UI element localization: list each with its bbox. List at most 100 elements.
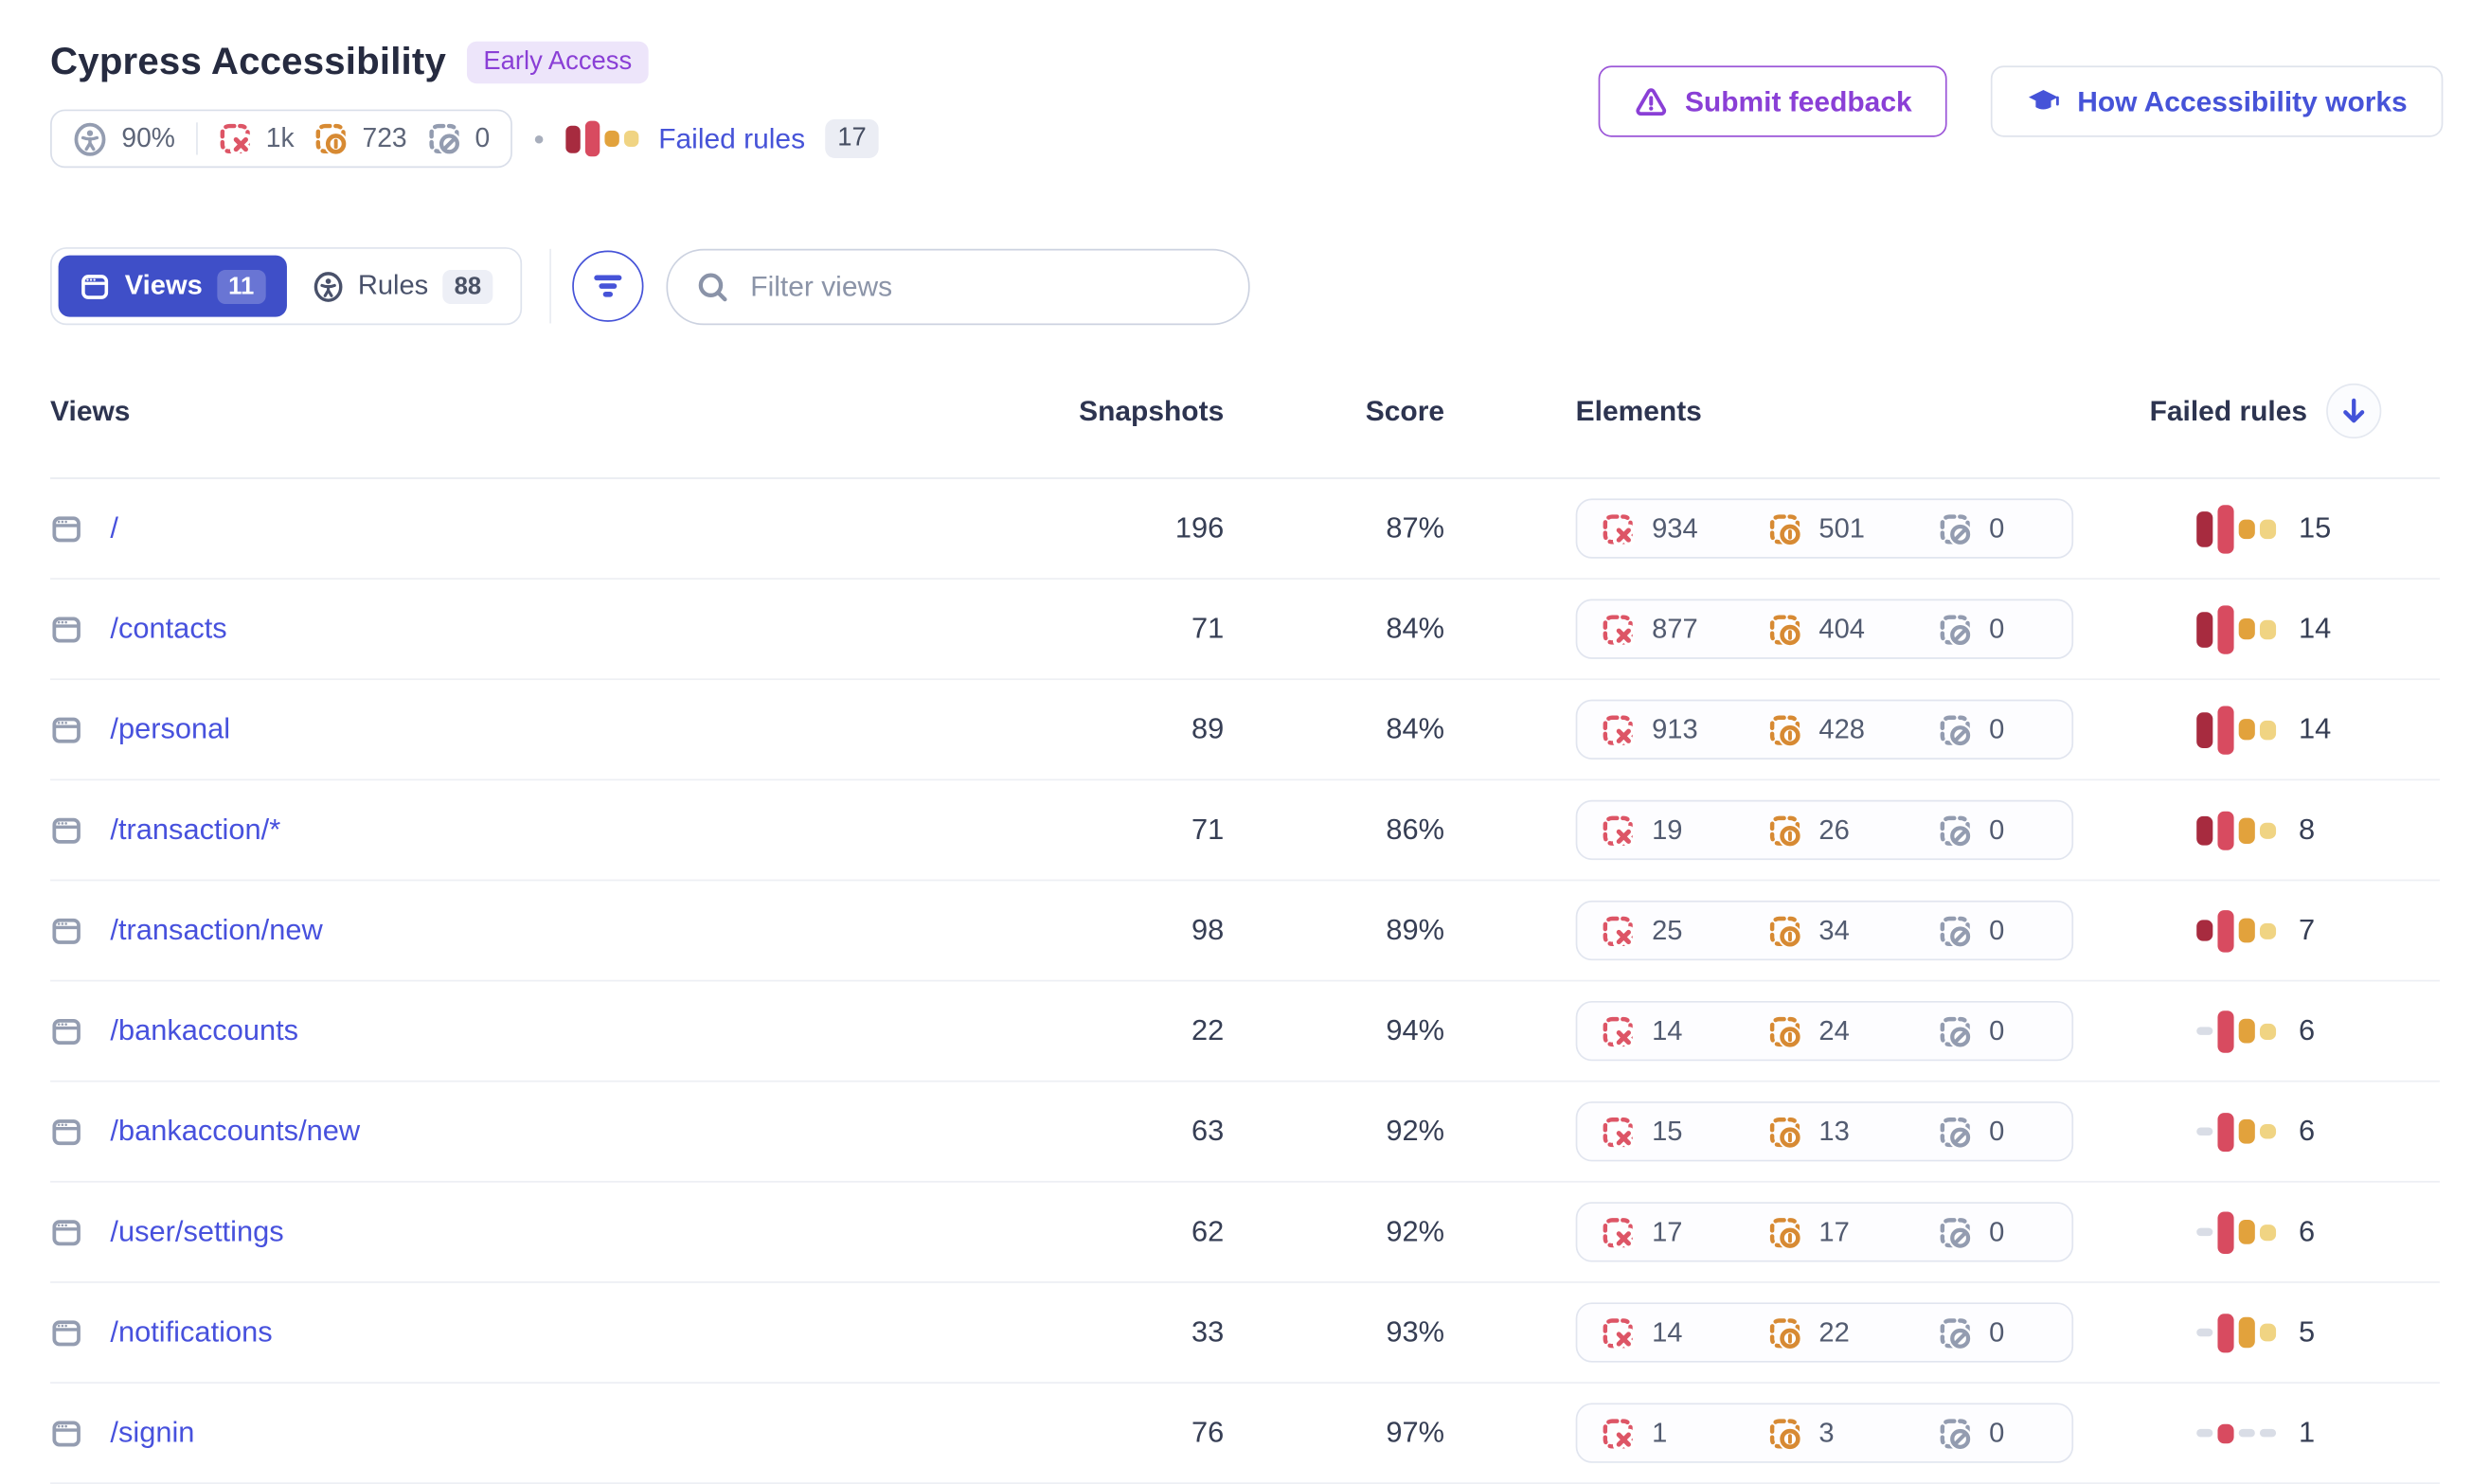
score-value: 93% xyxy=(1386,1315,1445,1349)
failed-elements-value: 17 xyxy=(1652,1215,1683,1247)
how-accessibility-works-button[interactable]: How Accessibility works xyxy=(1991,65,2444,137)
failed-elements-icon xyxy=(219,122,251,154)
tab-rules-label: Rules xyxy=(357,270,429,301)
snapshots-count: 33 xyxy=(1191,1315,1225,1349)
view-link[interactable]: /signin xyxy=(110,1416,194,1450)
views-table: Views Snapshots Score Elements Failed ru… xyxy=(50,364,2440,1484)
inconclusive-elements-value: 17 xyxy=(1818,1215,1850,1247)
table-body: / 196 87% 934 501 0 15 /contacts 71 84% … xyxy=(50,479,2440,1484)
score-value: 92% xyxy=(1386,1114,1445,1148)
failed-rules-count: 1 xyxy=(2299,1416,2316,1449)
failed-rules-link[interactable]: Failed rules xyxy=(658,121,805,155)
divider xyxy=(196,122,198,155)
page-title: Cypress Accessibility xyxy=(50,40,447,82)
toolbar: Views 11 Rules 88 xyxy=(50,247,2443,326)
severity-bars xyxy=(2196,503,2277,555)
view-link[interactable]: /user/settings xyxy=(110,1215,283,1249)
table-row[interactable]: /transaction/new 98 89% 25 34 0 7 xyxy=(50,881,2440,982)
table-row[interactable]: /notifications 33 93% 14 22 0 5 xyxy=(50,1283,2440,1384)
table-row[interactable]: /bankaccounts 22 94% 14 24 0 6 xyxy=(50,981,2440,1082)
severity-bars xyxy=(2196,804,2277,856)
view-link[interactable]: /bankaccounts xyxy=(110,1014,298,1048)
ignored-elements-value: 0 xyxy=(1989,1014,2005,1046)
score-value: 89% xyxy=(1386,913,1445,946)
ignored-elements-value: 0 xyxy=(475,123,491,152)
tab-views-count: 11 xyxy=(217,269,266,304)
submit-feedback-button[interactable]: Submit feedback xyxy=(1599,65,1948,137)
score-value: 87% xyxy=(1386,511,1445,545)
failed-elements-value: 19 xyxy=(1652,814,1683,845)
inconclusive-elements-icon xyxy=(1768,1216,1800,1248)
tab-views[interactable]: Views 11 xyxy=(58,255,287,317)
early-access-badge: Early Access xyxy=(467,40,649,83)
failed-elements-value: 913 xyxy=(1652,713,1698,744)
table-row[interactable]: /user/settings 62 92% 17 17 0 6 xyxy=(50,1183,2440,1283)
ignored-elements-icon xyxy=(1939,1015,1971,1047)
view-link[interactable]: /bankaccounts/new xyxy=(110,1115,360,1149)
browser-window-icon xyxy=(80,271,111,302)
table-row[interactable]: /bankaccounts/new 63 92% 15 13 0 6 xyxy=(50,1082,2440,1183)
failed-elements-value: 1 xyxy=(1652,1416,1668,1448)
inconclusive-elements-icon xyxy=(315,122,348,154)
elements-badge: 14 22 0 xyxy=(1575,1302,2074,1363)
failed-rules-count: 6 xyxy=(2299,1214,2316,1248)
failed-elements-value: 25 xyxy=(1652,914,1683,945)
table-row[interactable]: /transaction/* 71 86% 19 26 0 8 xyxy=(50,780,2440,882)
accessibility-icon xyxy=(73,121,107,155)
ignored-elements-stat: 0 xyxy=(428,122,490,154)
column-failed-rules: Failed rules xyxy=(2149,393,2308,427)
failed-rules-count: 6 xyxy=(2299,1013,2316,1046)
failed-elements-stat: 1k xyxy=(219,122,295,154)
ignored-elements-value: 0 xyxy=(1989,713,2005,744)
elements-badge: 913 428 0 xyxy=(1575,699,2074,760)
failed-elements-value: 15 xyxy=(1652,1115,1683,1147)
sort-descending-button[interactable] xyxy=(2326,383,2382,439)
table-row[interactable]: /personal 89 84% 913 428 0 14 xyxy=(50,680,2440,781)
arrow-down-icon xyxy=(2337,393,2373,429)
score-value: 90% xyxy=(121,123,175,152)
search-box xyxy=(666,247,1250,325)
failed-rules-count: 6 xyxy=(2299,1114,2316,1148)
failed-elements-icon xyxy=(1602,1316,1634,1349)
severity-bars xyxy=(2196,1307,2277,1359)
submit-feedback-label: Submit feedback xyxy=(1684,84,1912,117)
snapshots-count: 22 xyxy=(1191,1013,1225,1046)
failed-elements-icon xyxy=(1602,1417,1634,1449)
view-link[interactable]: /personal xyxy=(110,712,230,746)
inconclusive-elements-value: 3 xyxy=(1818,1416,1835,1448)
filter-button[interactable] xyxy=(572,250,644,322)
table-row[interactable]: /contacts 71 84% 877 404 0 14 xyxy=(50,580,2440,681)
inconclusive-elements-icon xyxy=(1768,814,1800,846)
failed-elements-value: 934 xyxy=(1652,511,1698,544)
browser-window-icon xyxy=(50,1116,82,1148)
view-link[interactable]: /transaction/* xyxy=(110,813,280,847)
score-value: 94% xyxy=(1386,1013,1445,1046)
ignored-elements-icon xyxy=(1939,1316,1971,1349)
view-link[interactable]: /transaction/new xyxy=(110,914,322,948)
table-row[interactable]: / 196 87% 934 501 0 15 xyxy=(50,479,2440,580)
view-link[interactable]: /notifications xyxy=(110,1315,272,1350)
inconclusive-elements-icon xyxy=(1768,914,1800,946)
view-link[interactable]: /contacts xyxy=(110,612,226,646)
ignored-elements-icon xyxy=(1939,1116,1971,1148)
score-value: 84% xyxy=(1386,712,1445,745)
failed-elements-value: 877 xyxy=(1652,613,1698,644)
failed-elements-icon xyxy=(1602,512,1634,545)
ignored-elements-value: 0 xyxy=(1989,1315,2005,1348)
ignored-elements-value: 0 xyxy=(1989,511,2005,544)
view-link[interactable]: / xyxy=(110,511,118,545)
failed-rules-count: 15 xyxy=(2299,511,2332,545)
tab-group: Views 11 Rules 88 xyxy=(50,247,522,326)
column-views: Views xyxy=(50,393,131,427)
failed-elements-icon xyxy=(1602,1116,1634,1148)
ignored-elements-icon xyxy=(1939,512,1971,545)
tab-rules[interactable]: Rules 88 xyxy=(292,256,514,317)
score-stat: 90% xyxy=(73,121,175,155)
severity-bars xyxy=(565,113,639,165)
failed-elements-value: 1k xyxy=(265,123,295,152)
ignored-elements-value: 0 xyxy=(1989,1416,2005,1448)
table-row[interactable]: /signin 76 97% 1 3 0 1 xyxy=(50,1384,2440,1484)
snapshots-count: 196 xyxy=(1174,511,1225,545)
failed-rules-count: 14 xyxy=(2299,612,2332,645)
filter-views-input[interactable] xyxy=(746,267,1248,305)
